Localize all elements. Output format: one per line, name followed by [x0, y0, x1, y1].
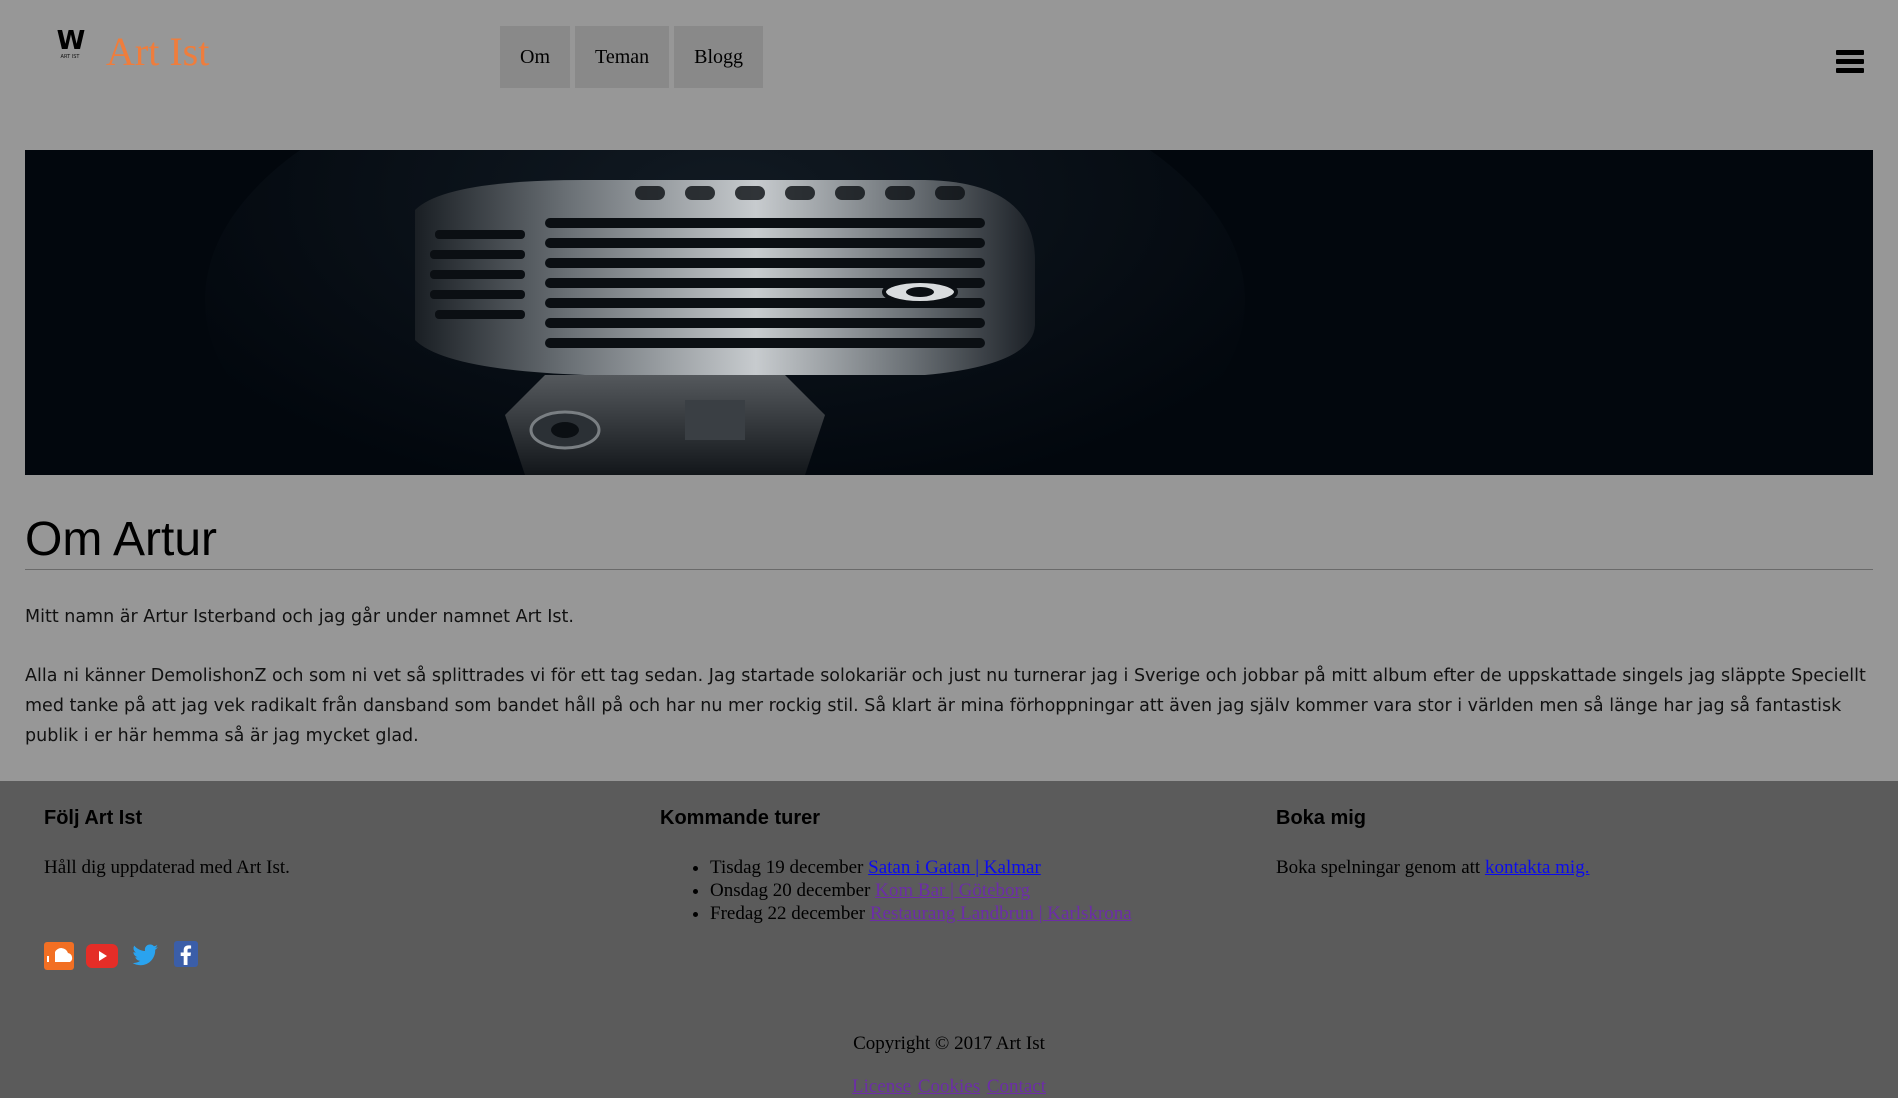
tour-item: Tisdag 19 december Satan i Gatan | Kalma… [710, 856, 1132, 879]
bio-paragraph: Alla ni känner DemolishonZ och som ni ve… [25, 666, 1866, 746]
booking-text: Boka spelningar genom att kontakta mig. [1276, 856, 1589, 880]
logo-letter: W [56, 26, 86, 56]
twitter-icon[interactable] [130, 943, 160, 974]
tour-date: Onsdag 20 december [710, 880, 871, 901]
tour-item: Fredag 22 december Restaurang Landbrun |… [710, 902, 1132, 925]
title-divider [25, 569, 1873, 570]
booking-text-label: Boka spelningar genom att [1276, 857, 1481, 878]
tours-title: Kommande turer [660, 807, 821, 829]
tour-date: Fredag 22 december [710, 903, 866, 924]
license-link[interactable]: License [852, 1076, 911, 1097]
tour-date: Tisdag 19 december [710, 857, 864, 878]
booking-title: Boka mig [1276, 807, 1367, 829]
contact-link[interactable]: kontakta mig. [1485, 857, 1589, 878]
hamburger-menu-icon[interactable] [1836, 50, 1864, 74]
youtube-icon[interactable] [86, 944, 118, 973]
page-title: Om Artur [25, 513, 218, 566]
nav-item-blogg[interactable]: Blogg [674, 26, 764, 88]
facebook-icon[interactable] [172, 941, 200, 976]
copyright: Copyright © 2017 Art Ist [853, 1033, 1045, 1054]
site-footer: Följ Art Ist Håll dig uppdaterad med Art… [0, 781, 1898, 1098]
tour-item: Onsdag 20 december Kom Bar | Göteborg [710, 879, 1132, 902]
intro-paragraph: Mitt namn är Artur Isterband och jag går… [25, 607, 574, 627]
soundcloud-icon[interactable] [44, 942, 74, 975]
tour-venue-link[interactable]: Satan i Gatan | Kalmar [868, 857, 1041, 878]
follow-text: Håll dig uppdaterad med Art Ist. [44, 857, 290, 878]
contact-footer-link[interactable]: Contact [987, 1076, 1046, 1097]
social-links [44, 941, 212, 976]
nav-item-om[interactable]: Om [500, 26, 570, 88]
tour-venue-link[interactable]: Kom Bar | Göteborg [875, 880, 1030, 901]
footer-links: License Cookies Contact [0, 1076, 1898, 1098]
cookies-link[interactable]: Cookies [918, 1076, 980, 1097]
follow-title: Följ Art Ist [44, 807, 143, 829]
logo[interactable]: W ART IST [50, 28, 90, 72]
tour-venue-link[interactable]: Restaurang Landbrun | Karlskrona [870, 903, 1132, 924]
site-header: W ART IST Art Ist Om Teman Blogg [0, 0, 1898, 130]
tour-list: Tisdag 19 december Satan i Gatan | Kalma… [660, 856, 1132, 925]
main-nav: Om Teman Blogg [500, 26, 764, 88]
nav-item-teman[interactable]: Teman [575, 26, 670, 88]
hero-microphone-image [25, 150, 1873, 475]
site-title[interactable]: Art Ist [106, 30, 209, 74]
microphone-illustration [25, 150, 1873, 475]
logo-subtext: ART IST [60, 54, 80, 60]
